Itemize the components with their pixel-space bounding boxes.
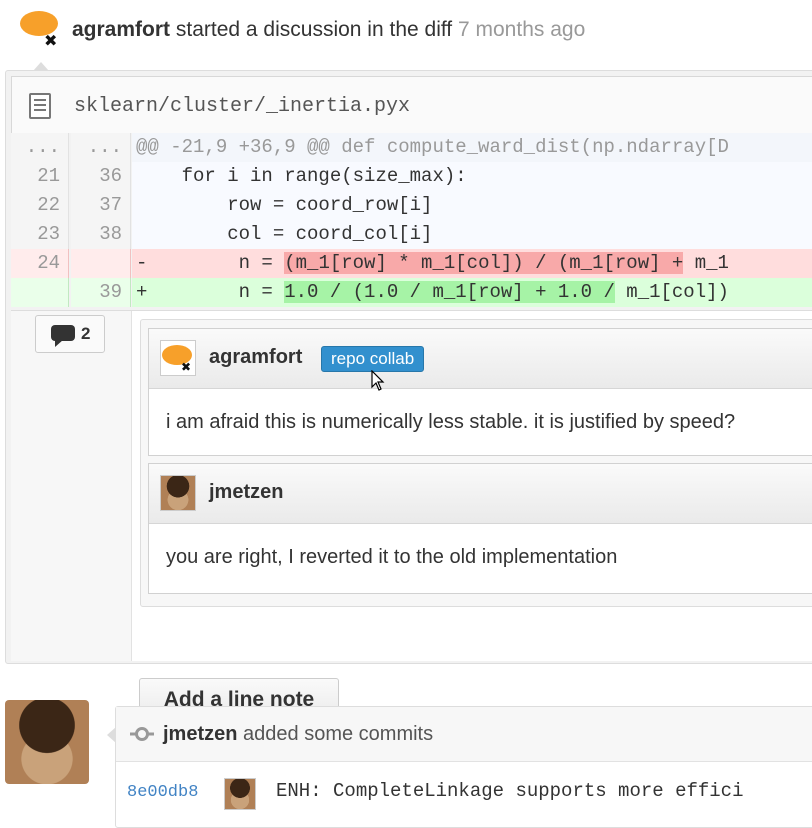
comment: jmetzen you are right, I reverted it to … [148,463,812,594]
code-line-deleted: - n = (m_1[row] * m_1[col]) / (m_1[row] … [132,249,812,278]
commit-row: 8e00db8 ENH: CompleteLinkage supports mo… [116,762,812,822]
code-suffix: m_1 [683,252,729,274]
code-line: col = coord_col[i] [132,220,812,249]
code-line: for i in range(size_max): [132,162,812,191]
diff-box: sklearn/cluster/_inertia.pyx ... ... @@ … [5,62,812,722]
file-text-icon [29,93,51,119]
hunk-header-row: ... ... @@ -21,9 +36,9 @@ def compute_wa… [11,133,812,162]
line-number-new[interactable]: 38 [71,220,131,249]
comment-count-button[interactable]: 2 [35,315,105,353]
commit-message-link[interactable]: ENH: CompleteLinkage supports more effic… [276,780,743,802]
file-header: sklearn/cluster/_inertia.pyx [11,76,812,133]
comment-header: ✖ agramfort repo collab [149,329,812,391]
discussion-header: ✖ agramfort started a discussion in the … [0,0,812,62]
line-number-old[interactable]: 22 [11,191,69,220]
avatar[interactable]: ✖ [160,340,196,376]
line-number-new[interactable] [71,249,131,278]
comment-body: you are right, I reverted it to the old … [166,546,618,568]
discussion-summary: agramfort started a discussion in the di… [72,18,585,42]
line-number-new[interactable]: 37 [71,191,131,220]
commits-action: added some commits [243,723,434,745]
diff-sign: - [136,252,148,274]
comment-author[interactable]: agramfort [209,346,302,369]
comment-author[interactable]: jmetzen [209,481,283,504]
comment: ✖ agramfort repo collab i am afraid this… [148,328,812,456]
line-number-new[interactable]: 36 [71,162,131,191]
code-prefix: n = [147,252,285,274]
line-number-old[interactable]: 21 [11,162,69,191]
commit-sha-link[interactable]: 8e00db8 [127,783,198,802]
code-suffix: m_1[col]) [614,281,729,303]
code-line: row = coord_row[i] [132,191,812,220]
close-icon: ✖ [181,360,192,374]
line-number-old[interactable]: 23 [11,220,69,249]
avatar[interactable] [160,475,196,511]
comment-thread: ✖ agramfort repo collab i am afraid this… [140,319,812,607]
diff-line: 22 37 row = coord_row[i] [11,191,812,220]
deleted-line: 24 - n = (m_1[row] * m_1[col]) / (m_1[ro… [11,249,812,278]
status-badge: repo collab [321,346,425,372]
line-number-old[interactable]: 24 [11,249,69,278]
line-comments: 2 ✖ agramfort repo collab i am afraid th [11,310,812,661]
line-number-new[interactable]: ... [71,133,131,162]
discussion-author-link[interactable]: agramfort [72,18,170,41]
git-commit-icon [130,727,154,741]
line-number-old[interactable] [11,278,69,307]
hunk-header: @@ -21,9 +36,9 @@ def compute_ward_dist(… [132,133,812,162]
code-line-added: + n = 1.0 / (1.0 / m_1[row] + 1.0 / m_1[… [132,278,812,307]
added-line: 39 + n = 1.0 / (1.0 / m_1[row] + 1.0 / m… [11,278,812,307]
added-highlight: 1.0 / (1.0 / m_1[row] + 1.0 / [284,281,615,303]
speech-bubble-icon [51,325,75,347]
file-path[interactable]: sklearn/cluster/_inertia.pyx [74,95,410,118]
comment-count: 2 [81,324,91,343]
diff-sign: + [136,281,148,303]
line-number-old[interactable]: ... [11,133,69,162]
avatar[interactable] [224,778,256,810]
line-number-new[interactable]: 39 [71,278,131,307]
close-icon: ✖ [44,33,58,50]
diff-line: 23 38 col = coord_col[i] [11,220,812,249]
comment-body: i am afraid this is numerically less sta… [166,411,736,433]
diff-table: ... ... @@ -21,9 +36,9 @@ def compute_wa… [11,133,812,307]
commits-header: jmetzen added some commits [116,707,812,762]
comment-header: jmetzen [149,464,812,524]
discussion-time[interactable]: 7 months ago [458,18,585,41]
comments-gutter: 2 [11,311,132,661]
commits-summary: jmetzen added some commits [163,723,433,746]
discussion-action: started a discussion in the diff [175,18,453,41]
mouse-cursor-icon [371,370,385,391]
diff-line: 21 36 for i in range(size_max): [11,162,812,191]
commits-author-link[interactable]: jmetzen [163,723,237,745]
deleted-highlight: (m_1[row] * m_1[col]) / (m_1[row] + [284,252,684,274]
agramfort-avatar[interactable]: ✖ [20,8,62,50]
code-prefix: n = [147,281,285,303]
jmetzen-avatar[interactable] [5,700,89,784]
